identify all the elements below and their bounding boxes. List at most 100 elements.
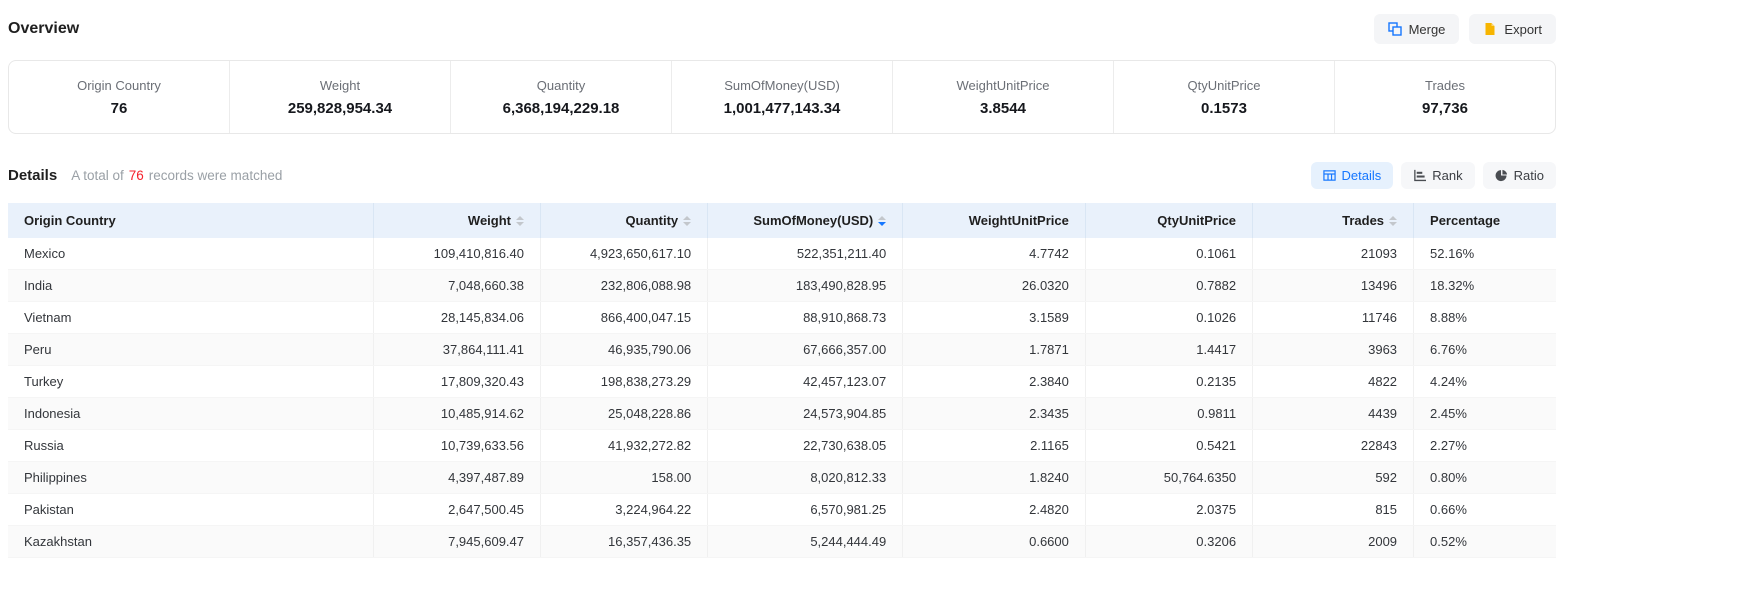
country-cell: Russia [8,430,373,462]
value-cell: 4.7742 [903,238,1086,270]
column-header: Percentage [1414,203,1556,238]
value-cell: 0.1026 [1085,302,1252,334]
value-cell: 6.76% [1414,334,1556,366]
value-cell: 1.8240 [903,462,1086,494]
country-cell: Peru [8,334,373,366]
column-header[interactable]: Quantity [541,203,708,238]
view-button-ratio[interactable]: Ratio [1483,162,1556,189]
value-cell: 13496 [1253,270,1414,302]
value-cell: 50,764.6350 [1085,462,1252,494]
sort-icon [516,216,524,226]
summary-item-label: Weight [320,78,360,93]
country-cell: Pakistan [8,494,373,526]
column-header: QtyUnitPrice [1085,203,1252,238]
view-button-details-label: Details [1342,169,1382,182]
export-button[interactable]: Export [1469,14,1556,44]
column-header[interactable]: SumOfMoney(USD) [708,203,903,238]
summary-item-value: 6,368,194,229.18 [503,100,620,117]
merge-button-label: Merge [1409,23,1446,36]
table-row: Indonesia10,485,914.6225,048,228.8624,57… [8,398,1556,430]
details-bar: Details A total of 76 records were matched… [8,162,1556,189]
value-cell: 5,244,444.49 [708,526,903,558]
value-cell: 4822 [1253,366,1414,398]
table-row: India7,048,660.38232,806,088.98183,490,8… [8,270,1556,302]
value-cell: 109,410,816.40 [373,238,540,270]
value-cell: 16,357,436.35 [541,526,708,558]
value-cell: 28,145,834.06 [373,302,540,334]
matched-prefix: A total of [71,168,124,183]
summary-item: WeightUnitPrice 3.8544 [892,61,1113,133]
country-cell: Philippines [8,462,373,494]
value-cell: 866,400,047.15 [541,302,708,334]
value-cell: 0.2135 [1085,366,1252,398]
value-cell: 232,806,088.98 [541,270,708,302]
view-button-rank-label: Rank [1432,169,1462,182]
view-switch: Details Rank [1311,162,1556,189]
column-header-label: Trades [1342,213,1384,228]
summary-item: Quantity6,368,194,229.18 [450,61,671,133]
sort-icon [878,216,886,226]
table-row: Vietnam28,145,834.06866,400,047.1588,910… [8,302,1556,334]
details-table: Origin CountryWeightQuantitySumOfMoney(U… [8,203,1556,558]
column-header[interactable]: Trades [1253,203,1414,238]
rank-icon [1413,169,1426,182]
value-cell: 10,485,914.62 [373,398,540,430]
table-row: Turkey17,809,320.43198,838,273.2942,457,… [8,366,1556,398]
value-cell: 0.6600 [903,526,1086,558]
value-cell: 67,666,357.00 [708,334,903,366]
summary-item: Origin Country76 [9,61,229,133]
country-cell: Turkey [8,366,373,398]
table-row: Russia10,739,633.5641,932,272.8222,730,6… [8,430,1556,462]
table-row: Mexico109,410,816.404,923,650,617.10522,… [8,238,1556,270]
column-header[interactable]: Weight [373,203,540,238]
value-cell: 52.16% [1414,238,1556,270]
column-header-label: QtyUnitPrice [1157,213,1236,228]
ratio-icon [1495,169,1508,182]
summary-card: Origin Country76Weight259,828,954.34Quan… [8,60,1556,134]
records-matched-text: A total of 76 records were matched [71,168,282,183]
value-cell: 198,838,273.29 [541,366,708,398]
matched-suffix: records were matched [149,168,283,183]
value-cell: 22,730,638.05 [708,430,903,462]
column-header-label: SumOfMoney(USD) [753,213,873,228]
table-row: Kazakhstan7,945,609.4716,357,436.355,244… [8,526,1556,558]
view-button-details[interactable]: Details [1311,162,1394,189]
value-cell: 6,570,981.25 [708,494,903,526]
value-cell: 2.45% [1414,398,1556,430]
sort-icon [1389,216,1397,226]
summary-item: SumOfMoney(USD)1,001,477,143.34 [671,61,892,133]
summary-item-value: 1,001,477,143.34 [724,100,841,117]
summary-item-label: WeightUnitPrice [957,78,1050,93]
value-cell: 2.27% [1414,430,1556,462]
value-cell: 42,457,123.07 [708,366,903,398]
value-cell: 88,910,868.73 [708,302,903,334]
value-cell: 24,573,904.85 [708,398,903,430]
summary-item: QtyUnitPrice0.1573 [1113,61,1334,133]
summary-item-value: 3.8544 [980,100,1026,117]
column-header-label: Weight [468,213,511,228]
export-button-label: Export [1504,23,1542,36]
merge-button[interactable]: Merge [1374,14,1460,44]
table-header-row: Origin CountryWeightQuantitySumOfMoney(U… [8,203,1556,238]
country-cell: India [8,270,373,302]
value-cell: 2.0375 [1085,494,1252,526]
value-cell: 46,935,790.06 [541,334,708,366]
summary-item-value: 76 [111,100,128,117]
view-button-rank[interactable]: Rank [1401,162,1474,189]
value-cell: 2.3840 [903,366,1086,398]
value-cell: 37,864,111.41 [373,334,540,366]
value-cell: 0.52% [1414,526,1556,558]
value-cell: 21093 [1253,238,1414,270]
value-cell: 7,048,660.38 [373,270,540,302]
value-cell: 0.80% [1414,462,1556,494]
value-cell: 0.1061 [1085,238,1252,270]
value-cell: 4439 [1253,398,1414,430]
matched-count: 76 [129,168,144,183]
country-cell: Mexico [8,238,373,270]
table-body: Mexico109,410,816.404,923,650,617.10522,… [8,238,1556,558]
topbar-actions: Merge Export [1374,14,1556,44]
value-cell: 2.1165 [903,430,1086,462]
value-cell: 2,647,500.45 [373,494,540,526]
value-cell: 8.88% [1414,302,1556,334]
value-cell: 2009 [1253,526,1414,558]
